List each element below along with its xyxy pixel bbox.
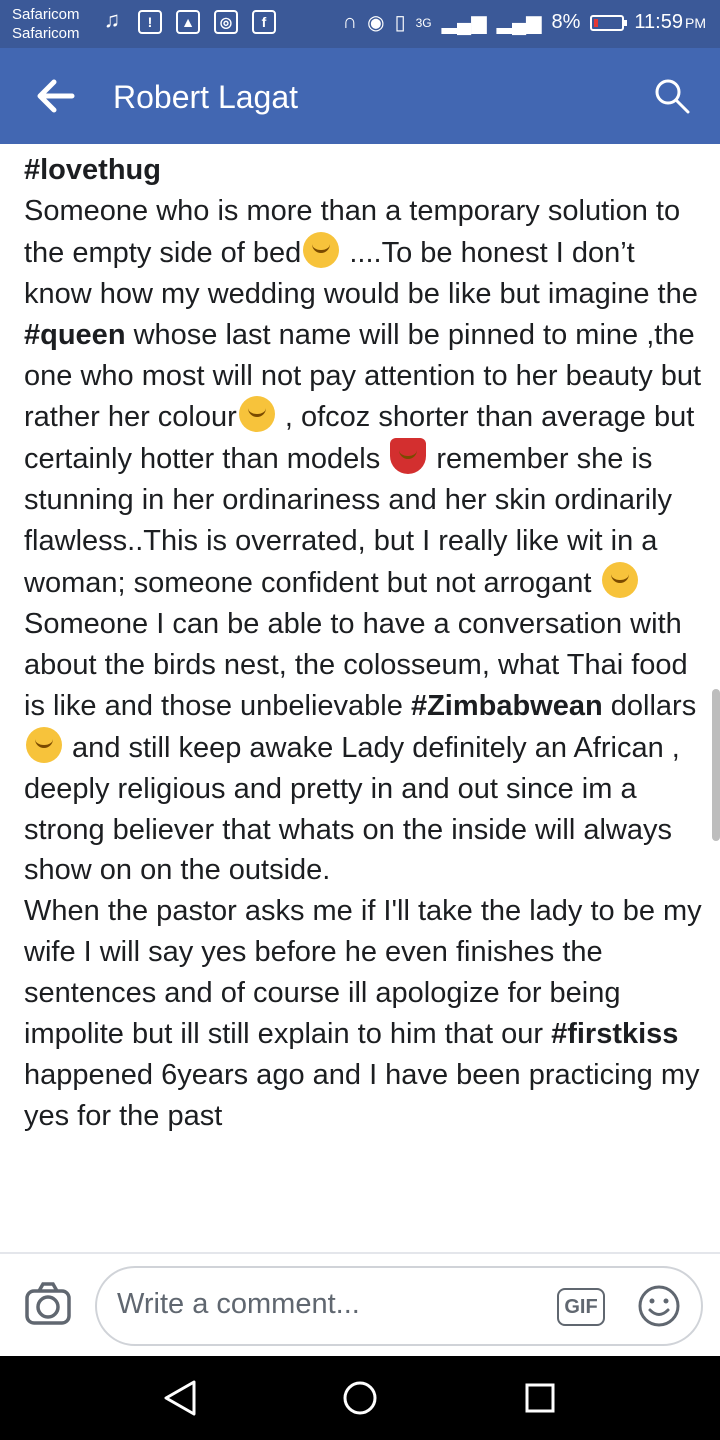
back-arrow-icon[interactable] <box>34 74 78 118</box>
battery-percent: 8% <box>551 11 581 33</box>
smiling-emoji-icon <box>601 562 638 599</box>
hashtag-queen[interactable]: #queen <box>24 319 126 351</box>
post-content-area[interactable]: #lovethug Someone who is more than a tem… <box>0 144 720 1252</box>
app-bar: Robert Lagat <box>0 48 720 144</box>
hashtag-zimbabwean[interactable]: #Zimbabwean <box>411 690 603 722</box>
tongue-wink-emoji-icon <box>303 231 340 268</box>
instagram-icon: ◎ <box>214 10 238 34</box>
alert-icon: ! <box>138 10 162 34</box>
image-icon: ▲ <box>176 10 200 34</box>
system-nav-bar <box>0 1356 720 1440</box>
status-bar: Safaricom Safaricom ♫ ! ▲ ◎ f ∩ ◉ ▯ 3G ▂… <box>0 0 720 48</box>
headset-icon: ∩ <box>342 11 358 33</box>
battery-icon <box>590 14 628 31</box>
post-text-8: and still keep awake Lady definitely an … <box>24 731 680 887</box>
facebook-icon: f <box>252 10 276 34</box>
post-text: #lovethug Someone who is more than a tem… <box>24 150 704 1137</box>
nav-home-icon[interactable] <box>342 1380 378 1416</box>
sparkling-heart-emoji-icon <box>390 438 427 475</box>
nav-recents-icon[interactable] <box>524 1382 556 1414</box>
comment-input[interactable]: Write a comment... GIF <box>95 1266 703 1346</box>
scrollbar-thumb[interactable] <box>712 689 720 841</box>
clock-time: 11:59 <box>634 11 683 33</box>
camera-icon[interactable] <box>24 1280 72 1328</box>
post-text-7: dollars <box>602 689 697 722</box>
signal-icon: ▂▄▆ <box>441 12 487 34</box>
gif-button[interactable]: GIF <box>557 1288 605 1326</box>
comment-placeholder: Write a comment... <box>117 1288 360 1320</box>
heart-eyes-emoji-icon <box>238 396 275 433</box>
hotspot-icon: ◉ <box>367 12 385 34</box>
status-right: ∩ ◉ ▯ 3G ▂▄▆ ▂▄▆ 8% 11:59 PM <box>343 10 706 35</box>
carrier-2: Safaricom <box>12 25 80 42</box>
post-text-10: happened 6years ago and I have been prac… <box>24 1058 700 1132</box>
comment-bar: Write a comment... GIF <box>0 1252 720 1358</box>
hashtag-firstkiss[interactable]: #firstkiss <box>551 1018 678 1050</box>
hashtag-lovethug[interactable]: #lovethug <box>24 154 161 186</box>
clock: 11:59 PM <box>634 11 706 34</box>
search-icon[interactable] <box>654 78 690 114</box>
winking-emoji-icon <box>26 726 62 763</box>
network-type: 3G <box>415 15 432 30</box>
page-title: Robert Lagat <box>113 79 299 115</box>
carrier-labels: Safaricom Safaricom <box>12 5 80 43</box>
signal-icon-2: ▂▄▆ <box>496 12 542 34</box>
carrier-1: Safaricom <box>12 6 80 23</box>
nav-back-icon[interactable] <box>162 1378 198 1418</box>
clock-ampm: PM <box>685 15 706 31</box>
vibrate-icon: ▯ <box>394 12 406 34</box>
emoji-smiley-icon[interactable] <box>637 1284 681 1328</box>
notification-icons: ♫ ! ▲ ◎ f <box>100 7 276 34</box>
music-note-icon: ♫ <box>103 7 121 32</box>
